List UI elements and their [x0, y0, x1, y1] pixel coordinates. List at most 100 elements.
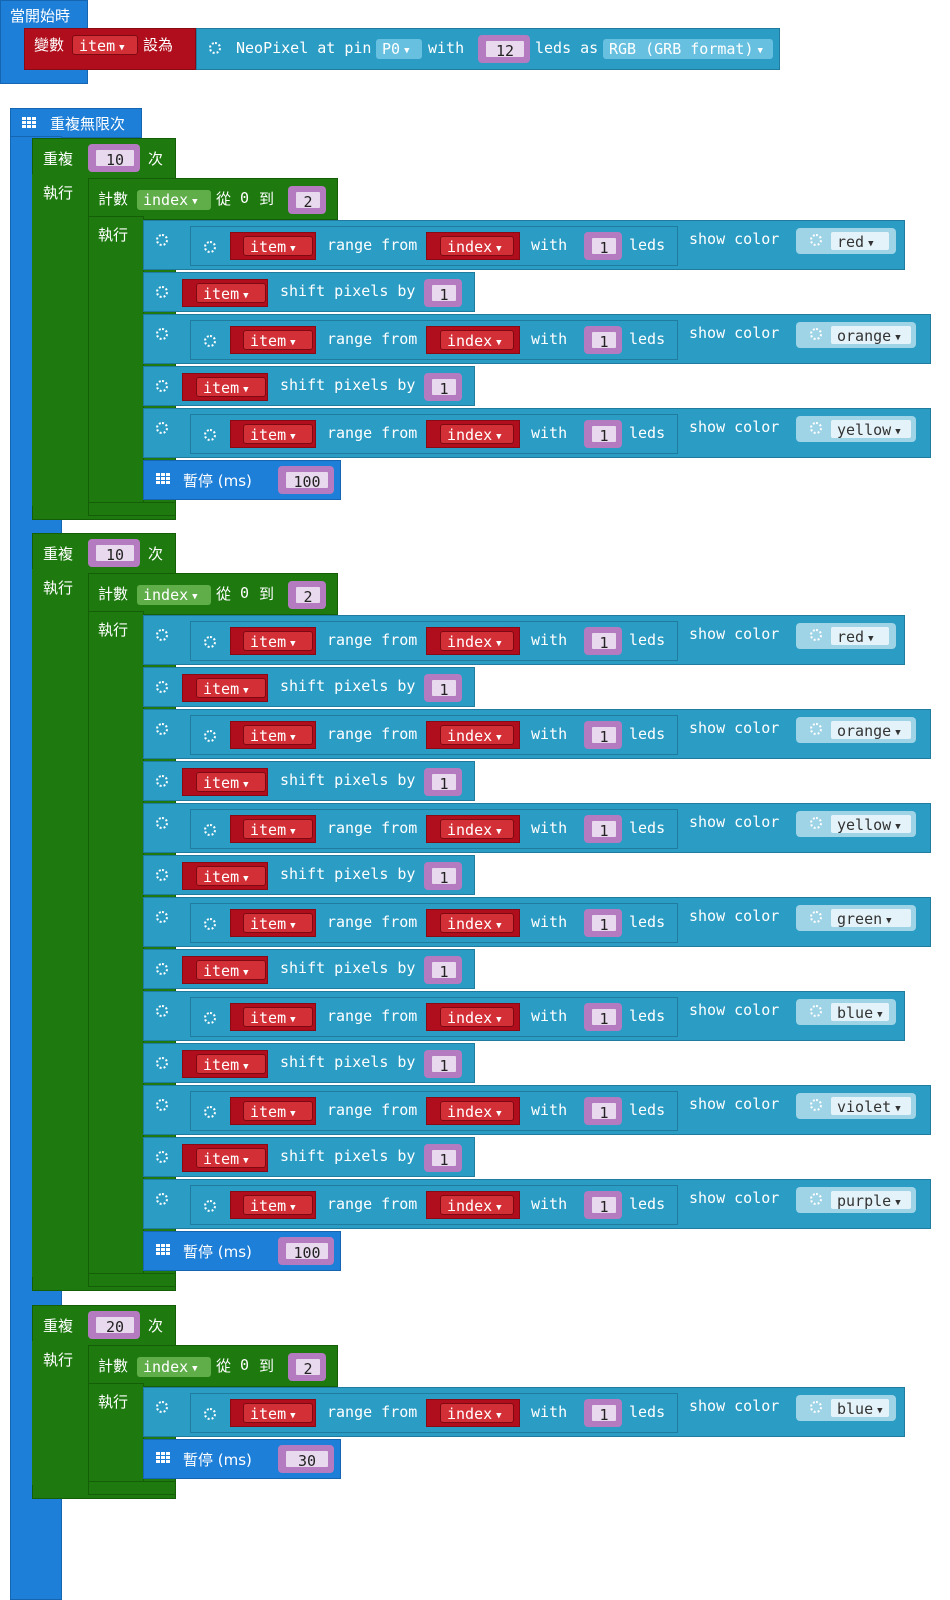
- dropdown-arrow-icon[interactable]: ▼: [404, 46, 409, 56]
- shift-amount-input[interactable]: 1: [430, 772, 458, 793]
- color-dropdown[interactable]: blue ▼: [830, 1002, 890, 1022]
- led-count-input[interactable]: 12: [484, 39, 526, 60]
- item-dropdown[interactable]: item ▼: [243, 631, 313, 651]
- shift-amount-input[interactable]: 1: [430, 377, 458, 398]
- dropdown-arrow-icon[interactable]: ▼: [877, 1406, 882, 1416]
- item-dropdown[interactable]: item ▼: [243, 1403, 313, 1423]
- dropdown-arrow-icon[interactable]: ▼: [290, 1109, 295, 1119]
- dropdown-arrow-icon[interactable]: ▼: [496, 338, 501, 348]
- dropdown-arrow-icon[interactable]: ▼: [290, 1203, 295, 1213]
- dropdown-arrow-icon[interactable]: ▼: [243, 291, 248, 301]
- item-dropdown[interactable]: item ▼: [243, 424, 313, 444]
- dropdown-arrow-icon[interactable]: ▼: [243, 874, 248, 884]
- range-length-input[interactable]: 1: [590, 631, 618, 652]
- dropdown-arrow-icon[interactable]: ▼: [496, 432, 501, 442]
- dropdown-arrow-icon[interactable]: ▼: [290, 1411, 295, 1421]
- item-dropdown[interactable]: item ▼: [243, 819, 313, 839]
- shift-amount-input[interactable]: 1: [430, 1054, 458, 1075]
- color-dropdown[interactable]: orange ▼: [830, 325, 912, 345]
- dropdown-arrow-icon[interactable]: ▼: [243, 780, 248, 790]
- dropdown-arrow-icon[interactable]: ▼: [496, 639, 501, 649]
- item-dropdown[interactable]: item ▼: [196, 678, 266, 698]
- index-variable-dropdown[interactable]: index ▼: [137, 190, 211, 210]
- dropdown-arrow-icon[interactable]: ▼: [877, 1010, 882, 1020]
- dropdown-arrow-icon[interactable]: ▼: [192, 1364, 197, 1374]
- dropdown-arrow-icon[interactable]: ▼: [496, 827, 501, 837]
- item-dropdown[interactable]: item ▼: [243, 236, 313, 256]
- range-length-input[interactable]: 1: [590, 330, 618, 351]
- dropdown-arrow-icon[interactable]: ▼: [895, 1104, 900, 1114]
- dropdown-arrow-icon[interactable]: ▼: [895, 822, 900, 832]
- item-dropdown[interactable]: item ▼: [196, 1054, 266, 1074]
- dropdown-arrow-icon[interactable]: ▼: [290, 244, 295, 254]
- dropdown-arrow-icon[interactable]: ▼: [496, 1411, 501, 1421]
- dropdown-arrow-icon[interactable]: ▼: [290, 432, 295, 442]
- dropdown-arrow-icon[interactable]: ▼: [192, 592, 197, 602]
- color-dropdown[interactable]: yellow ▼: [830, 419, 912, 439]
- dropdown-arrow-icon[interactable]: ▼: [496, 244, 501, 254]
- index-dropdown[interactable]: index ▼: [440, 1007, 514, 1027]
- color-dropdown[interactable]: orange ▼: [830, 720, 912, 740]
- item-dropdown[interactable]: item ▼: [243, 1195, 313, 1215]
- shift-amount-input[interactable]: 1: [430, 866, 458, 887]
- item-dropdown[interactable]: item ▼: [196, 377, 266, 397]
- dropdown-arrow-icon[interactable]: ▼: [886, 916, 891, 926]
- index-dropdown[interactable]: index ▼: [440, 631, 514, 651]
- shift-amount-input[interactable]: 1: [430, 1148, 458, 1169]
- dropdown-arrow-icon[interactable]: ▼: [290, 827, 295, 837]
- range-length-input[interactable]: 1: [590, 1101, 618, 1122]
- repeat-count-input[interactable]: 20: [94, 1315, 136, 1336]
- index-dropdown[interactable]: index ▼: [440, 913, 514, 933]
- color-dropdown[interactable]: red ▼: [830, 231, 890, 251]
- item-dropdown[interactable]: item ▼: [196, 866, 266, 886]
- shift-amount-input[interactable]: 1: [430, 678, 458, 699]
- range-length-input[interactable]: 1: [590, 1007, 618, 1028]
- dropdown-arrow-icon[interactable]: ▼: [290, 639, 295, 649]
- dropdown-arrow-icon[interactable]: ▼: [496, 1015, 501, 1025]
- color-dropdown[interactable]: green ▼: [830, 908, 912, 928]
- pin-dropdown[interactable]: P0 ▼: [376, 39, 422, 59]
- count-to-input[interactable]: 2: [294, 1357, 322, 1378]
- index-dropdown[interactable]: index ▼: [440, 1101, 514, 1121]
- index-dropdown[interactable]: index ▼: [440, 424, 514, 444]
- dropdown-arrow-icon[interactable]: ▼: [496, 1203, 501, 1213]
- color-dropdown[interactable]: violet ▼: [830, 1096, 912, 1116]
- dropdown-arrow-icon[interactable]: ▼: [243, 1062, 248, 1072]
- count-to-input[interactable]: 2: [294, 190, 322, 211]
- range-length-input[interactable]: 1: [590, 424, 618, 445]
- index-variable-dropdown[interactable]: index ▼: [137, 585, 211, 605]
- dropdown-arrow-icon[interactable]: ▼: [243, 385, 248, 395]
- index-dropdown[interactable]: index ▼: [440, 236, 514, 256]
- dropdown-arrow-icon[interactable]: ▼: [895, 1198, 900, 1208]
- dropdown-arrow-icon[interactable]: ▼: [496, 1109, 501, 1119]
- dropdown-arrow-icon[interactable]: ▼: [496, 733, 501, 743]
- color-dropdown[interactable]: red ▼: [830, 626, 890, 646]
- item-dropdown[interactable]: item ▼: [243, 1007, 313, 1027]
- shift-amount-input[interactable]: 1: [430, 283, 458, 304]
- repeat-count-input[interactable]: 10: [94, 148, 136, 169]
- dropdown-arrow-icon[interactable]: ▼: [243, 686, 248, 696]
- item-dropdown[interactable]: item ▼: [196, 960, 266, 980]
- format-dropdown[interactable]: RGB (GRB format) ▼: [603, 39, 773, 59]
- dropdown-arrow-icon[interactable]: ▼: [868, 634, 873, 644]
- variable-dropdown[interactable]: item ▼: [72, 35, 138, 55]
- dropdown-arrow-icon[interactable]: ▼: [868, 239, 873, 249]
- dropdown-arrow-icon[interactable]: ▼: [895, 728, 900, 738]
- range-length-input[interactable]: 1: [590, 1195, 618, 1216]
- dropdown-arrow-icon[interactable]: ▼: [290, 338, 295, 348]
- dropdown-arrow-icon[interactable]: ▼: [290, 1015, 295, 1025]
- item-dropdown[interactable]: item ▼: [243, 330, 313, 350]
- dropdown-arrow-icon[interactable]: ▼: [243, 1156, 248, 1166]
- color-dropdown[interactable]: yellow ▼: [830, 814, 912, 834]
- index-dropdown[interactable]: index ▼: [440, 725, 514, 745]
- index-dropdown[interactable]: index ▼: [440, 1195, 514, 1215]
- item-dropdown[interactable]: item ▼: [243, 913, 313, 933]
- range-length-input[interactable]: 1: [590, 725, 618, 746]
- range-length-input[interactable]: 1: [590, 236, 618, 257]
- range-length-input[interactable]: 1: [590, 819, 618, 840]
- item-dropdown[interactable]: item ▼: [243, 725, 313, 745]
- count-to-input[interactable]: 2: [294, 585, 322, 606]
- color-dropdown[interactable]: blue ▼: [830, 1398, 890, 1418]
- dropdown-arrow-icon[interactable]: ▼: [758, 46, 763, 56]
- pause-ms-input[interactable]: 100: [284, 1241, 330, 1262]
